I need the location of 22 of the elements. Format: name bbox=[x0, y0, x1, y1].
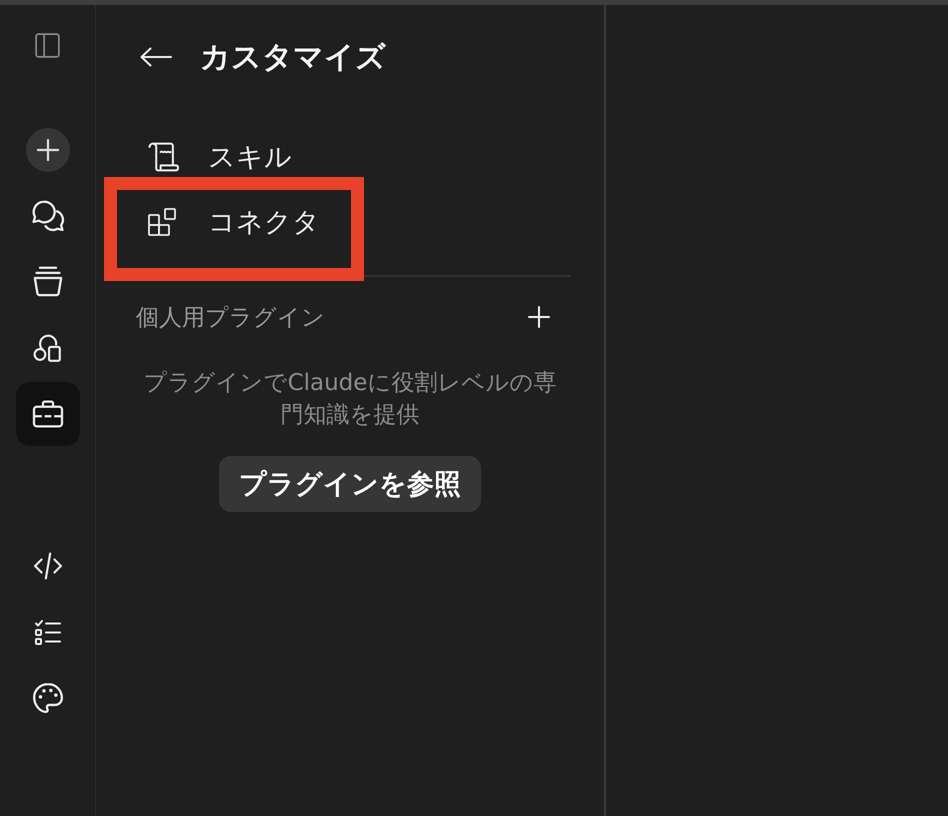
plugins-description: プラグインでClaudeに役割レベルの専門知識を提供 bbox=[142, 369, 558, 430]
back-button[interactable] bbox=[140, 47, 172, 67]
customize-menu-item[interactable]: スキル bbox=[136, 137, 571, 177]
plus-icon bbox=[528, 306, 550, 328]
code-icon bbox=[32, 552, 64, 580]
plus-icon bbox=[36, 139, 58, 161]
sidebar-nav-button[interactable] bbox=[16, 382, 80, 446]
plus-button[interactable] bbox=[26, 128, 70, 172]
blocks-icon bbox=[148, 208, 176, 236]
back-arrow-icon bbox=[140, 47, 172, 67]
chat-bubbles-icon bbox=[32, 200, 64, 232]
panel-title: カスタマイズ bbox=[200, 38, 386, 76]
briefcase-icon bbox=[32, 400, 64, 428]
browse-plugins-button[interactable]: プラグインを参照 bbox=[219, 456, 481, 512]
palette-icon bbox=[32, 683, 62, 713]
checklist-icon bbox=[34, 618, 62, 646]
tray-icon bbox=[32, 266, 62, 298]
section-title: 個人用プラグイン bbox=[136, 304, 325, 332]
scroll-icon bbox=[148, 142, 180, 172]
shapes-icon bbox=[32, 333, 62, 363]
customize-menu-item[interactable]: コネクタ bbox=[136, 202, 571, 242]
sidebar-toggle-icon bbox=[35, 32, 60, 58]
